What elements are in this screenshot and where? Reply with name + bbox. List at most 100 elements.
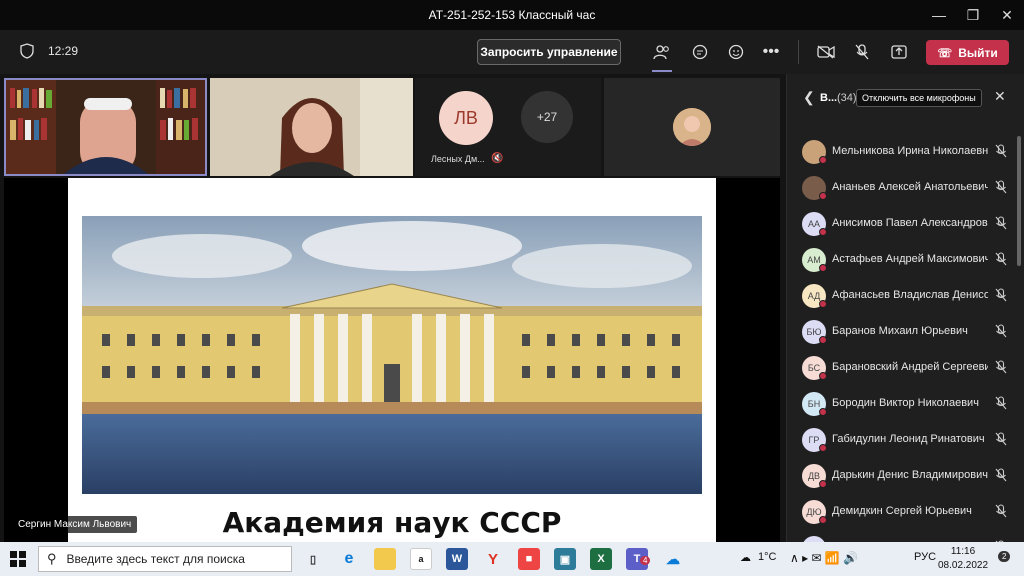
mic-off-icon (995, 396, 1007, 413)
clock-time: 11:16 (950, 546, 976, 557)
video-tile-presenter[interactable] (4, 78, 207, 176)
people-icon[interactable] (650, 40, 674, 64)
participant-name: Дарькин Денис Владимирович (832, 469, 988, 481)
presence-status-icon (819, 444, 827, 452)
participant-row[interactable]: АА Анисимов Павел Александров... (787, 206, 1024, 242)
window-controls: — ❐ ✕ (922, 0, 1024, 30)
participant-row[interactable]: БН Бородин Виктор Николаевич (787, 386, 1024, 422)
presenter-name-label: Сергин Максим Львович (12, 516, 138, 533)
mic-off-icon (995, 432, 1007, 449)
taskbar-search-box[interactable]: ⚲ Введите здесь текст для поиска (38, 546, 292, 572)
participant-count: (34) (837, 92, 857, 104)
close-icon[interactable]: ✕ (994, 88, 1006, 105)
participant-row[interactable]: АД Афанасьев Владислав Денисов... (787, 278, 1024, 314)
meeting-stage: ЛВ Лесных Дм... 🔇 +27 Академия наук СССР… (0, 74, 786, 542)
video-tile-avatar[interactable] (604, 78, 780, 176)
window-title: АТ-251-252-153 Классный час (428, 8, 596, 22)
temperature[interactable]: 1°C (758, 551, 776, 563)
word-icon[interactable]: W (446, 548, 468, 570)
participant-name: Барановский Андрей Сергеевич (832, 361, 988, 373)
windows-start-icon[interactable] (10, 551, 26, 567)
close-window-icon[interactable]: ✕ (990, 0, 1024, 30)
meeting-timer: 12:29 (48, 44, 79, 58)
edge-icon[interactable]: e (338, 548, 360, 570)
video-tile-participant[interactable] (210, 78, 413, 176)
mic-off-icon: 🔇 (491, 153, 504, 164)
participant-name: Мельникова Ирина Николаевна (832, 145, 988, 157)
notification-count[interactable]: 2 (998, 551, 1011, 562)
file-explorer-icon[interactable] (374, 548, 396, 570)
presence-status-icon (819, 408, 827, 416)
mic-off-icon (995, 504, 1007, 521)
request-control-button[interactable]: Запросить управление (477, 39, 621, 65)
participant-row[interactable]: Мельникова Ирина Николаевна (787, 134, 1024, 170)
task-view-icon[interactable]: ▯ (302, 548, 324, 570)
participant-row[interactable]: БС Барановский Андрей Сергеевич (787, 350, 1024, 386)
participant-avatar[interactable]: ЛВ (439, 91, 493, 145)
presenter-video (6, 80, 205, 174)
amazon-icon[interactable]: a (410, 548, 432, 570)
participants-panel: ❮ В... (34) Отключить все микрофоны ✕ Ме… (786, 74, 1024, 560)
taskbar-clock[interactable]: 11:16 08.02.2022 (938, 545, 988, 573)
camera-off-icon[interactable] (814, 40, 838, 64)
participant-name: Анисимов Павел Александров... (832, 217, 988, 229)
share-screen-icon[interactable] (887, 40, 911, 64)
mic-off-icon (995, 180, 1007, 197)
mute-all-button[interactable]: Отключить все микрофоны (856, 89, 982, 107)
presence-status-icon (819, 336, 827, 344)
avatar-tiles: ЛВ Лесных Дм... 🔇 +27 (415, 78, 601, 176)
presence-status-icon (819, 156, 827, 164)
mic-off-icon[interactable] (850, 40, 874, 64)
participant-name: Афанасьев Владислав Денисов... (832, 289, 988, 301)
store-icon[interactable]: ▣ (554, 548, 576, 570)
more-participants-button[interactable]: +27 (521, 91, 573, 143)
panel-header: ❮ В... (34) Отключить все микрофоны ✕ (787, 74, 1024, 120)
shield-icon (20, 43, 34, 59)
clock-date: 08.02.2022 (938, 560, 989, 571)
participant-name: Ананьев Алексей Анатольевич (832, 181, 988, 193)
reactions-icon[interactable] (724, 40, 748, 64)
presence-status-icon (819, 516, 827, 524)
people-active-indicator (652, 70, 672, 72)
onedrive-icon[interactable]: ☁ (662, 548, 684, 570)
minimize-icon[interactable]: — (922, 0, 956, 30)
presence-status-icon (819, 480, 827, 488)
building-photo (82, 216, 702, 494)
chevron-left-icon[interactable]: ❮ (803, 89, 815, 106)
participant-row[interactable]: ГР Габидулин Леонид Ринатович (787, 422, 1024, 458)
participant-row[interactable]: АМ Астафьев Андрей Максимович (787, 242, 1024, 278)
mic-off-icon (995, 252, 1007, 269)
participant-name: Астафьев Андрей Максимович (832, 253, 988, 265)
excel-icon[interactable]: X (590, 548, 612, 570)
participant-row[interactable]: БЮ Баранов Михаил Юрьевич (787, 314, 1024, 350)
participant-row[interactable]: ДЮ Демидкин Сергей Юрьевич (787, 494, 1024, 530)
scrollbar[interactable] (1017, 136, 1021, 266)
participant-list: Мельникова Ирина Николаевна Ананьев Алекс… (787, 134, 1024, 566)
language-indicator[interactable]: РУС (914, 551, 936, 563)
weather-icon[interactable]: ☁ (740, 551, 751, 564)
presence-status-icon (819, 264, 827, 272)
mic-off-icon (995, 324, 1007, 341)
participant-row[interactable]: Ананьев Алексей Анатольевич (787, 170, 1024, 206)
more-options-icon[interactable]: ••• (759, 40, 783, 64)
participant-video (210, 78, 413, 176)
screen-share-area: Академия наук СССР Сергин Максим Львович (4, 178, 780, 542)
office-icon[interactable]: ■ (518, 548, 540, 570)
chat-icon[interactable] (688, 40, 712, 64)
presence-status-icon (819, 228, 827, 236)
window-title-bar: АТ-251-252-153 Классный час (0, 0, 1024, 30)
participant-name: Бородин Виктор Николаевич (832, 397, 979, 409)
mic-off-icon (995, 288, 1007, 305)
tray-icons[interactable]: ∧ ▸ ✉ 📶 🔊 (790, 551, 858, 565)
participant-row[interactable]: ДВ Дарькин Денис Владимирович (787, 458, 1024, 494)
windows-taskbar: ⚲ Введите здесь текст для поиска ▯ e a W… (0, 542, 1024, 576)
panel-title: В... (820, 92, 838, 104)
yandex-icon[interactable]: Y (482, 548, 504, 570)
leave-button[interactable]: ☏ Выйти (926, 40, 1009, 65)
participant-name: Демидкин Сергей Юрьевич (832, 505, 972, 517)
participant-photo-avatar (673, 108, 711, 146)
participant-name: Лесных Дм... (431, 154, 485, 164)
separator (798, 40, 799, 64)
presence-status-icon (819, 372, 827, 380)
maximize-icon[interactable]: ❐ (956, 0, 990, 30)
